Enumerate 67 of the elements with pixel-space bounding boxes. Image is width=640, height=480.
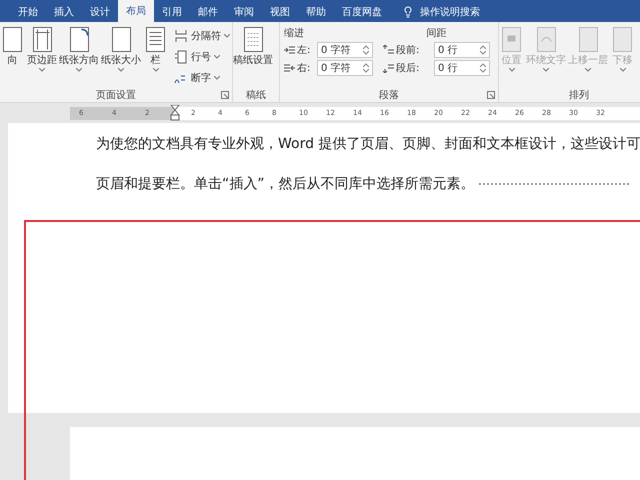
before-icon: [383, 45, 394, 55]
group-label: 排列: [569, 88, 589, 102]
ribbon-tab[interactable]: 百度网盘: [334, 2, 390, 22]
right-icon: [284, 63, 295, 73]
spin-field[interactable]: 0 行: [434, 60, 490, 76]
ribbon-tab[interactable]: 布局: [118, 0, 154, 22]
columns-icon: [146, 27, 165, 52]
ribbon-tab[interactable]: 插入: [46, 2, 82, 22]
caret-icon: [152, 68, 158, 72]
caret-icon: [224, 34, 230, 38]
caret-icon: [39, 68, 45, 72]
paper-icon: [244, 27, 262, 52]
wrap-icon: [536, 27, 556, 52]
line-numbers-icon: [174, 50, 188, 64]
caret-icon: [76, 68, 82, 72]
group-label: 稿纸: [246, 88, 266, 102]
ribbon-button[interactable]: 向: [0, 26, 25, 67]
field-label: 段后:: [383, 61, 431, 75]
spin-field[interactable]: 0 行: [434, 42, 490, 58]
group-label: 段落: [379, 88, 399, 102]
spinner-arrows-icon[interactable]: [363, 63, 369, 73]
spinner-arrows-icon[interactable]: [363, 45, 369, 55]
dialog-launcher-icon[interactable]: [221, 91, 229, 99]
caret-icon: [214, 76, 220, 80]
ribbon-tab[interactable]: 视图: [262, 2, 298, 22]
caret-icon: [585, 68, 591, 72]
tell-me-search[interactable]: 操作说明搜索: [420, 5, 480, 19]
lightbulb-icon: [402, 6, 414, 18]
indent-marker-icon[interactable]: [170, 105, 180, 121]
ribbon-tab[interactable]: 开始: [10, 2, 46, 22]
caret-icon: [620, 68, 626, 72]
caret-icon: [508, 68, 514, 72]
ribbon-button[interactable]: 纸张大小: [101, 26, 141, 72]
ribbon-tab[interactable]: 设计: [82, 2, 118, 22]
spin-field[interactable]: 0 字符: [317, 60, 373, 76]
spinner-arrows-icon[interactable]: [480, 45, 486, 55]
ribbon-button[interactable]: 页边距: [27, 26, 57, 72]
field-label: 段前:: [383, 43, 431, 57]
left-icon: [284, 45, 295, 55]
ribbon-tab[interactable]: 引用: [154, 2, 190, 22]
ribbon-button[interactable]: 栏: [143, 26, 168, 72]
ribbon-button[interactable]: 纸张方向: [59, 26, 99, 72]
ribbon-small-button[interactable]: 断字: [174, 68, 230, 87]
caret-icon: [543, 68, 549, 72]
field-label: 右:: [284, 61, 314, 75]
ribbon-tab[interactable]: 邮件: [190, 2, 226, 22]
ribbon-button[interactable]: 稿纸设置: [233, 26, 273, 67]
ribbon-small-button[interactable]: 分隔符: [174, 26, 230, 45]
caret-icon: [118, 68, 124, 72]
ribbon-tab[interactable]: 帮助: [298, 2, 334, 22]
ribbon-tab[interactable]: 审阅: [226, 2, 262, 22]
ribbon-small-button[interactable]: 行号: [174, 47, 230, 66]
group-label: 页面设置: [96, 88, 136, 102]
paragraph-text: 页眉和提要栏。单击“插入”，然后从不同库中选择所需元素。: [96, 175, 475, 194]
paragraph-text: 为使您的文档具有专业外观，Word 提供了页眉、页脚、封面和文本框设计，这些设计可: [96, 135, 640, 154]
dialog-launcher-icon[interactable]: [487, 91, 495, 99]
orientation-icon: [70, 27, 88, 52]
breaks-icon: [174, 28, 188, 42]
spin-field[interactable]: 0 字符: [317, 42, 373, 58]
position-icon: [502, 27, 521, 52]
after-icon: [383, 63, 394, 73]
caret-icon: [214, 54, 220, 58]
spinner-arrows-icon[interactable]: [480, 63, 486, 73]
margins-icon: [32, 27, 52, 52]
field-label: 左:: [284, 43, 314, 57]
section-title: 缩进: [284, 26, 305, 40]
section-title: 间距: [426, 27, 448, 40]
